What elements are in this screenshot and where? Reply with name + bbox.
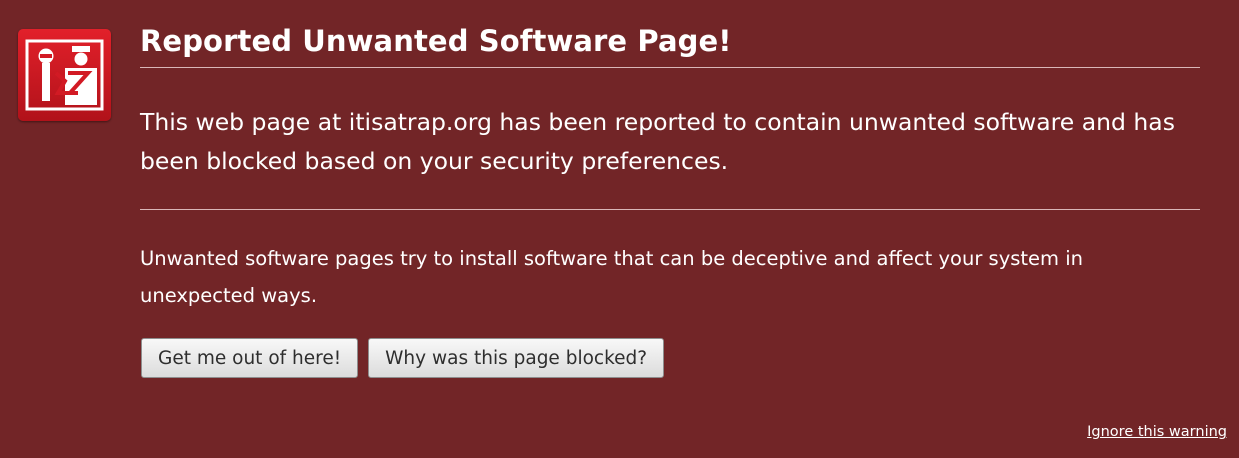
long-description: Unwanted software pages try to install s… bbox=[140, 247, 1084, 307]
button-row: Get me out of here! Why was this page bl… bbox=[141, 338, 665, 378]
title-divider bbox=[140, 67, 1200, 68]
why-blocked-button[interactable]: Why was this page blocked? bbox=[368, 338, 665, 378]
page-title: Reported Unwanted Software Page! bbox=[140, 24, 732, 58]
short-description: This web page at itisatrap.org has been … bbox=[140, 108, 1175, 175]
description-divider bbox=[140, 209, 1200, 210]
warning-badge-icon bbox=[25, 39, 104, 111]
ignore-warning-link[interactable]: Ignore this warning bbox=[1087, 424, 1227, 440]
get-me-out-button[interactable]: Get me out of here! bbox=[141, 338, 359, 378]
unwanted-software-icon bbox=[18, 29, 111, 121]
